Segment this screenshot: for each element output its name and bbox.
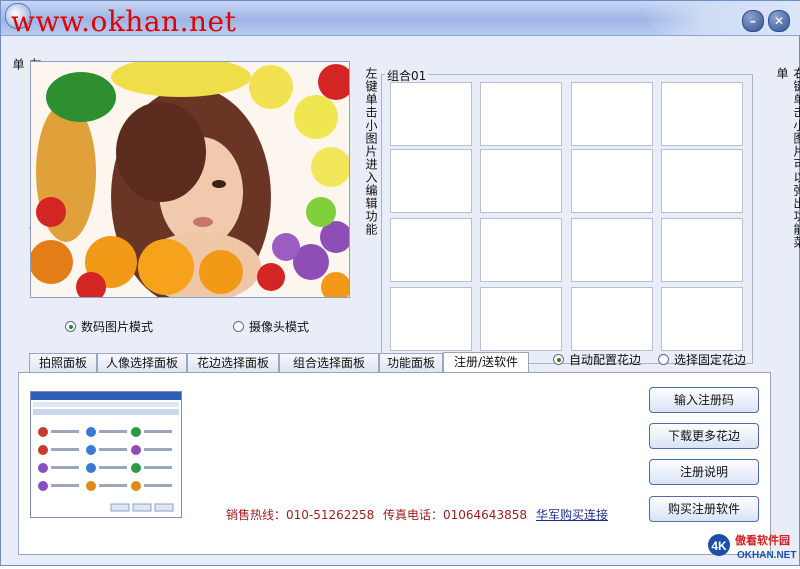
thumbnail-slot[interactable]: [661, 218, 743, 282]
minimize-icon: –: [750, 14, 756, 28]
download-frames-button[interactable]: 下载更多花边: [649, 423, 759, 449]
thumbnail-slot[interactable]: [571, 82, 653, 146]
fixed-frame-label: 选择固定花边: [674, 353, 747, 367]
minimize-button[interactable]: –: [742, 10, 764, 32]
thumbnail-slot[interactable]: [480, 287, 562, 351]
thumbnail-slot[interactable]: [390, 149, 472, 213]
thumbnail-slot[interactable]: [571, 149, 653, 213]
logo-en-text: OKHAN.NET: [737, 550, 796, 561]
buy-link[interactable]: 华军购买连接: [536, 506, 608, 523]
thumbnail-slot[interactable]: [480, 218, 562, 282]
thumbnail-slot[interactable]: [661, 149, 743, 213]
radio-selected-icon: [65, 321, 76, 332]
tab-combination[interactable]: 组合选择面板: [279, 353, 379, 372]
thumbnail-slot[interactable]: [480, 149, 562, 213]
software-screenshot-image: [30, 391, 182, 518]
fruit-frame-image: [31, 62, 349, 297]
photo-mode-radio[interactable]: 数码图片模式: [65, 318, 153, 335]
thumbnail-slot[interactable]: [661, 82, 743, 146]
middle-hint: 左键单击小图片进入编辑功能: [364, 67, 378, 236]
tab-function[interactable]: 功能面板: [379, 353, 443, 372]
thumbnail-slot[interactable]: [480, 82, 562, 146]
fixed-frame-radio[interactable]: 选择固定花边: [658, 351, 746, 368]
enter-code-button[interactable]: 输入注册码: [649, 387, 759, 413]
auto-frame-label: 自动配置花边: [569, 353, 642, 367]
right-hint: 右键单击小图片可以弹出功能菜单: [775, 67, 800, 249]
auto-frame-radio[interactable]: 自动配置花边: [553, 351, 641, 368]
buy-button[interactable]: 购买注册软件: [649, 496, 759, 522]
camera-mode-label: 摄像头模式: [249, 320, 310, 334]
okhan-logo: 4K 傲看软件园 OKHAN.NET: [707, 529, 799, 565]
close-icon: ✕: [773, 14, 785, 28]
photo-mode-label: 数码图片模式: [81, 320, 154, 334]
tab-portrait[interactable]: 人像选择面板: [97, 353, 187, 372]
thumbnail-slot[interactable]: [390, 82, 472, 146]
thumbnail-slot[interactable]: [571, 287, 653, 351]
thumbnail-slot[interactable]: [390, 287, 472, 351]
hotline-text: 销售热线：010-51262258: [226, 508, 375, 522]
thumbnail-slot[interactable]: [390, 218, 472, 282]
fax-text: 传真电话：01064643858: [383, 508, 527, 522]
logo-mark-text: 4K: [711, 539, 727, 553]
close-button[interactable]: ✕: [768, 10, 790, 32]
radio-unselected-icon: [233, 321, 244, 332]
radio-selected-icon: [553, 354, 564, 365]
thumbnail-slot[interactable]: [571, 218, 653, 282]
tab-register[interactable]: 注册/送软件: [443, 352, 529, 373]
thumbnail-slot[interactable]: [661, 287, 743, 351]
watermark-url: www.okhan.net: [11, 5, 237, 38]
logo-cn-text: 傲看软件园: [735, 533, 790, 547]
reg-info-button[interactable]: 注册说明: [649, 459, 759, 485]
photo-preview[interactable]: [30, 61, 350, 298]
camera-mode-radio[interactable]: 摄像头模式: [233, 318, 309, 335]
radio-unselected-icon: [658, 354, 669, 365]
app-window: – ✕ www.okhan.net 左键可以移动和缩放人物照片,右键弹出菜单: [0, 0, 800, 566]
tab-frame[interactable]: 花边选择面板: [187, 353, 279, 372]
tab-photo[interactable]: 拍照面板: [29, 353, 97, 372]
